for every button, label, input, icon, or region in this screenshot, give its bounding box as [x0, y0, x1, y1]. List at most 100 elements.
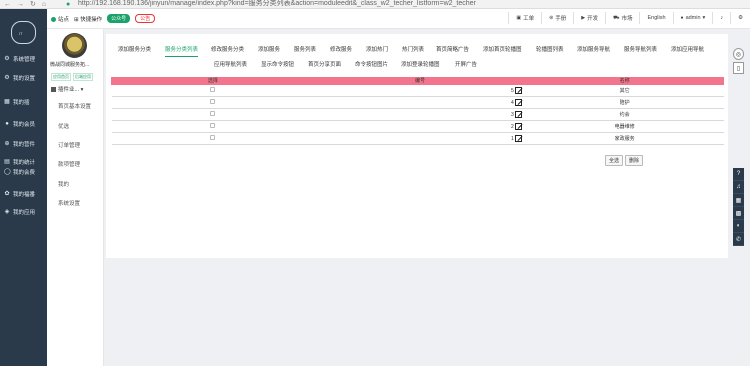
sidebar-item-members[interactable]: ● 我的会员: [0, 117, 47, 131]
sidebar-item-system[interactable]: ⚙ 系统管理: [0, 52, 47, 66]
site-label: 站点: [58, 16, 70, 23]
market-button[interactable]: ⛟ 市场: [605, 12, 639, 24]
edit-icon[interactable]: [514, 111, 522, 118]
tab-add-category[interactable]: 添加服务分类: [118, 45, 151, 53]
edit-icon[interactable]: [514, 99, 522, 106]
tab-service-nav-list[interactable]: 服务导航列表: [624, 45, 657, 53]
url-text[interactable]: http://192.168.190.136/jinyun/manage/ind…: [78, 0, 476, 8]
tab-show-command[interactable]: 显示命令按钮: [261, 60, 294, 68]
tab-login-carousel[interactable]: 添加登录轮播图: [401, 60, 440, 68]
tab-add-carousel[interactable]: 添加首页轮播图: [483, 45, 522, 53]
submenu-mine[interactable]: 我的: [58, 180, 69, 188]
copy-icon[interactable]: ▯: [733, 62, 744, 74]
quick-label: 快捷操作: [80, 16, 103, 23]
main-sidebar: IT ⚙ 系统管理 ⚙ 我的设置 ▦ 我的插 ● 我的会员 ⊕ 我的营件 ▤ 我的统计 ◯ 我…: [0, 9, 47, 366]
sidebar-item-promo[interactable]: ⊕ 我的营件: [0, 137, 47, 151]
back-icon[interactable]: ←: [4, 1, 11, 8]
user-menu[interactable]: ● admin ▾: [672, 12, 713, 24]
settings-icon: ⚙: [4, 75, 10, 81]
table-row: 5 其它: [111, 84, 724, 97]
sidebar-item-plugins[interactable]: ▦ 我的插: [0, 95, 47, 109]
notice-badge[interactable]: 公告: [135, 14, 156, 23]
submenu-payments[interactable]: 款项管理: [58, 160, 80, 168]
user-icon: ●: [680, 15, 684, 21]
quick-actions[interactable]: ⊞ 快捷操作: [74, 15, 102, 23]
tab-add-service-nav[interactable]: 添加服务导航: [577, 45, 610, 53]
row-name: 约会: [525, 108, 724, 121]
backend-badge[interactable]: 后端应用: [73, 73, 93, 81]
tab-add-hot[interactable]: 添加热门: [366, 45, 388, 53]
table-actions: 全选 删除: [605, 155, 645, 166]
tab-splash-ad[interactable]: 开屏广告: [455, 60, 477, 68]
chevron-down-icon: ▾: [80, 87, 84, 93]
col-select: 选择: [111, 77, 315, 85]
language-button[interactable]: English: [639, 12, 672, 24]
settings-button[interactable]: ⚙: [730, 12, 750, 24]
phone-icon[interactable]: ✆: [733, 233, 744, 246]
notification-button[interactable]: ♪: [712, 12, 730, 24]
manual-button[interactable]: ⊛ 手册: [541, 12, 573, 24]
forward-icon[interactable]: →: [17, 1, 24, 8]
tab-add-service[interactable]: 添加服务: [258, 45, 280, 53]
dev-button[interactable]: ▶ 开发: [573, 12, 605, 24]
app-home-badge[interactable]: 应用首页: [51, 73, 71, 81]
edit-icon[interactable]: [514, 87, 522, 94]
tab-hot-list[interactable]: 热门列表: [402, 45, 424, 53]
account-badge[interactable]: 公众号: [107, 14, 131, 23]
browser-address-bar: ← → ↻ ⌂ ● http://192.168.190.136/jinyun/man…: [0, 0, 750, 9]
row-checkbox[interactable]: [210, 135, 216, 140]
tab-edit-category[interactable]: 修改服务分类: [211, 45, 244, 53]
tab-add-app-nav[interactable]: 添加应用导航: [671, 45, 704, 53]
workorder-button[interactable]: ▣ 工单: [508, 12, 541, 24]
sidebar-item-benefits[interactable]: ✿ 我的福番: [0, 187, 47, 201]
plugin-menu-title[interactable]: 插件业... ▾: [51, 85, 83, 93]
qrcode-icon[interactable]: ▦: [733, 194, 744, 207]
grid-icon: ▦: [4, 99, 10, 105]
tab-service-list[interactable]: 服务列表: [294, 45, 316, 53]
reload-icon[interactable]: ↻: [30, 1, 36, 8]
tab-edit-service[interactable]: 修改服务: [330, 45, 352, 53]
delete-button[interactable]: 删除: [625, 155, 644, 166]
row-checkbox[interactable]: [210, 99, 216, 104]
main-panel: 添加服务分类 服务分类列表 修改服务分类 添加服务 服务列表 修改服务 添加热门…: [106, 34, 728, 258]
question-icon[interactable]: ?: [733, 168, 744, 181]
row-id: 5: [511, 87, 514, 94]
select-all-button[interactable]: 全选: [605, 155, 624, 166]
bell-icon[interactable]: ♫: [733, 181, 744, 194]
col-name: 名称: [525, 77, 724, 85]
tab-home-share[interactable]: 首页分享页面: [308, 60, 341, 68]
tab-command-image[interactable]: 命令按钮图片: [355, 60, 388, 68]
market-icon: ⛟: [613, 14, 620, 21]
edit-icon[interactable]: [514, 135, 522, 142]
sidebar-item-label: 系统管理: [13, 57, 36, 63]
tab-category-list[interactable]: 服务分类列表: [165, 45, 199, 57]
bell-icon: ♪: [720, 15, 724, 21]
compass-icon[interactable]: ◎: [733, 48, 744, 60]
sidebar-item-fees[interactable]: ◯ 我的会费: [0, 165, 47, 179]
tab-app-nav-list[interactable]: 应用导航列表: [214, 60, 247, 68]
table-row: 2 电器维修: [111, 120, 724, 133]
sidebar-item-apps[interactable]: ◈ 我的应用: [0, 205, 47, 219]
button-label: 工单: [523, 16, 535, 22]
shop-name: 微战同城服务拓...: [50, 62, 90, 68]
qrcode2-icon[interactable]: ▩: [733, 207, 744, 220]
tab-carousel-list[interactable]: 轮播图列表: [536, 45, 564, 53]
submenu-orders[interactable]: 订单管理: [58, 141, 80, 149]
dev-icon: ▶: [581, 15, 586, 21]
row-checkbox[interactable]: [210, 111, 216, 116]
help-icon: ⊛: [549, 15, 554, 21]
row-checkbox[interactable]: [210, 123, 216, 128]
tab-home-ad[interactable]: 首页简略广告: [436, 45, 469, 53]
submenu-featured[interactable]: 优选: [58, 122, 69, 130]
edit-icon[interactable]: [514, 123, 522, 130]
wechat-icon[interactable]: ◐: [733, 220, 744, 233]
user-name: admin: [685, 15, 701, 21]
chat-icon: ◯: [4, 169, 11, 175]
row-checkbox[interactable]: [210, 87, 216, 92]
sidebar-item-settings[interactable]: ⚙ 我的设置: [0, 71, 47, 85]
submenu-system[interactable]: 系统设置: [58, 199, 80, 207]
submenu-home-settings[interactable]: 首页基本设置: [58, 102, 91, 110]
gift-icon: ✿: [4, 191, 10, 197]
site-link[interactable]: 站点: [51, 15, 69, 23]
home-icon[interactable]: ⌂: [42, 1, 46, 8]
